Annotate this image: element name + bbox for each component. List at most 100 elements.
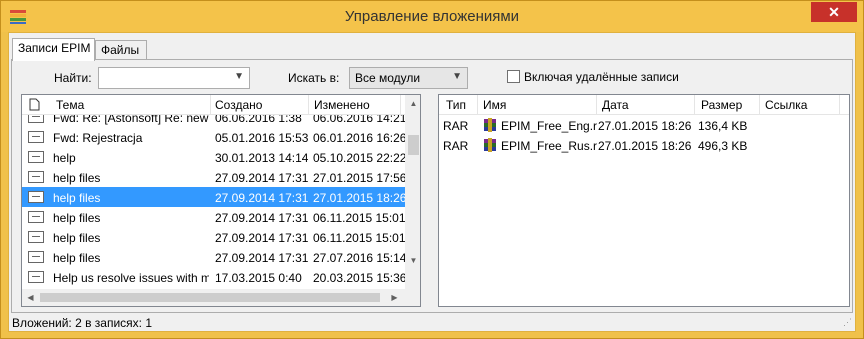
column-separator xyxy=(210,95,211,115)
records-header-overlay: Тема Создано Изменено xyxy=(22,95,420,115)
scroll-down-arrow-icon[interactable]: ▼ xyxy=(405,252,420,269)
row-subject: help files xyxy=(53,211,101,225)
attachments-list[interactable]: Тип Имя Дата Размер Ссылка RAR EPIM_Free… xyxy=(438,94,850,307)
col-created-header[interactable]: Создано xyxy=(215,98,262,112)
tab-epim-records[interactable]: Записи EPIM xyxy=(12,38,95,61)
envelope-icon xyxy=(28,151,44,163)
col-name-header[interactable]: Имя xyxy=(483,98,506,112)
row-modified: 27.01.2015 17:56 xyxy=(313,171,407,185)
window: Управление вложениями ✕ Записи EPIM Файл… xyxy=(0,0,864,339)
find-combobox[interactable]: ▼ xyxy=(98,67,250,89)
document-icon xyxy=(29,98,40,111)
column-separator xyxy=(596,95,597,115)
column-separator xyxy=(400,95,401,115)
close-button[interactable]: ✕ xyxy=(811,2,857,22)
vscroll-thumb[interactable] xyxy=(408,135,419,155)
records-list[interactable]: Тема Создано Изменено Fwd: Re: [Astonsof… xyxy=(21,94,421,307)
row-date: 27.01.2015 18:26 xyxy=(598,139,692,153)
table-row[interactable]: help 30.01.2013 14:14 05.10.2015 22:22 xyxy=(22,147,407,167)
row-type: RAR xyxy=(443,119,469,133)
envelope-icon xyxy=(28,131,44,143)
row-created: 05.01.2016 15:53 xyxy=(215,131,309,145)
table-row[interactable]: help files 27.09.2014 17:31 06.11.2015 1… xyxy=(22,207,406,227)
table-row[interactable]: help files 27.09.2014 17:31 27.01.2015 1… xyxy=(22,167,407,187)
table-row[interactable]: RAR EPIM_Free_Eng.ra 27.01.2015 18:26 13… xyxy=(439,115,849,135)
row-modified: 06.01.2016 16:26 xyxy=(313,131,407,145)
row-modified: 20.03.2015 15:36 xyxy=(313,271,407,285)
rar-archive-icon xyxy=(484,118,496,132)
row-created: 27.09.2014 17:31 xyxy=(215,211,309,225)
close-icon: ✕ xyxy=(828,4,840,20)
find-label: Найти: xyxy=(54,71,92,85)
row-created: 27.09.2014 17:31 xyxy=(215,171,309,185)
column-separator xyxy=(477,95,478,115)
row-modified: 06.11.2015 15:01 xyxy=(313,231,406,245)
row-modified: 27.01.2015 18:26 xyxy=(313,191,407,205)
scroll-left-arrow-icon[interactable]: ◀ xyxy=(22,289,39,306)
row-created: 30.01.2013 14:14 xyxy=(215,151,309,165)
scroll-up-arrow-icon[interactable]: ▲ xyxy=(405,95,420,112)
window-title: Управление вложениями xyxy=(344,8,520,25)
scroll-corner xyxy=(405,289,420,306)
row-date: 27.01.2015 18:26 xyxy=(598,119,692,133)
row-modified: 27.07.2016 15:14 xyxy=(313,251,407,265)
row-subject: help files xyxy=(53,231,101,245)
table-row[interactable]: help files 27.09.2014 17:31 27.07.2016 1… xyxy=(22,247,407,267)
client-area: Записи EPIM Файлы Найти: ▼ Искать в: Все… xyxy=(8,32,856,332)
row-name: EPIM_Free_Eng.ra xyxy=(501,119,597,133)
resize-grip-icon[interactable]: ⋰ xyxy=(843,317,852,328)
row-subject: Fwd: Rejestracja xyxy=(53,131,143,145)
column-separator xyxy=(694,95,695,115)
dropdown-arrow-icon[interactable]: ▼ xyxy=(452,71,462,82)
attachments-header: Тип Имя Дата Размер Ссылка xyxy=(439,95,849,115)
envelope-icon xyxy=(28,231,44,243)
table-row[interactable]: RAR EPIM_Free_Rus.rai 27.01.2015 18:26 4… xyxy=(439,135,849,155)
records-hscrollbar[interactable]: ◀ ▶ xyxy=(22,289,405,306)
col-size-header[interactable]: Размер xyxy=(701,98,742,112)
row-subject: help files xyxy=(53,191,101,205)
include-deleted-checkbox[interactable] xyxy=(507,70,520,83)
records-vscrollbar[interactable]: ▲ ▼ xyxy=(405,95,420,289)
tab-files[interactable]: Файлы xyxy=(95,40,147,60)
row-type: RAR xyxy=(443,139,469,153)
dropdown-arrow-icon[interactable]: ▼ xyxy=(234,71,244,82)
row-size: 496,3 KB xyxy=(698,139,748,153)
include-deleted-label[interactable]: Включая удалённые записи xyxy=(524,70,679,84)
row-modified: 05.10.2015 22:22 xyxy=(313,151,407,165)
row-name: EPIM_Free_Rus.rai xyxy=(501,139,597,153)
status-bar: Вложений: 2 в записях: 1 xyxy=(12,316,153,330)
row-created: 27.09.2014 17:31 xyxy=(215,231,309,245)
hscroll-thumb[interactable] xyxy=(40,293,380,302)
envelope-icon xyxy=(28,211,44,223)
tab-panel: Найти: ▼ Искать в: Все модули ▼ Включая … xyxy=(11,59,853,313)
row-subject: Help us resolve issues with mo xyxy=(53,271,209,285)
title-bar[interactable]: Управление вложениями ✕ xyxy=(1,1,863,32)
scroll-right-arrow-icon[interactable]: ▶ xyxy=(386,289,403,306)
envelope-icon xyxy=(28,191,44,203)
column-separator xyxy=(308,95,309,115)
search-in-label: Искать в: xyxy=(288,71,340,85)
col-type-header[interactable]: Тип xyxy=(446,98,466,112)
col-link-header[interactable]: Ссылка xyxy=(765,98,807,112)
column-separator xyxy=(759,95,760,115)
table-row[interactable]: help files 27.09.2014 17:31 06.11.2015 1… xyxy=(22,227,406,247)
row-created: 27.09.2014 17:31 xyxy=(215,191,309,205)
column-separator xyxy=(839,95,840,115)
rar-archive-icon xyxy=(484,138,496,152)
row-subject: help files xyxy=(53,251,101,265)
row-created: 27.09.2014 17:31 xyxy=(215,251,309,265)
search-in-select[interactable]: Все модули ▼ xyxy=(349,67,468,89)
table-row[interactable]: Help us resolve issues with mo 17.03.201… xyxy=(22,267,407,287)
search-in-value: Все модули xyxy=(355,71,421,85)
col-subject-header[interactable]: Тема xyxy=(56,98,84,112)
row-size: 136,4 KB xyxy=(698,119,748,133)
envelope-icon xyxy=(28,271,44,283)
col-modified-header[interactable]: Изменено xyxy=(314,98,370,112)
row-subject: help xyxy=(53,151,76,165)
row-subject: help files xyxy=(53,171,101,185)
row-created: 17.03.2015 0:40 xyxy=(215,271,302,285)
table-row[interactable]: Fwd: Rejestracja 05.01.2016 15:53 06.01.… xyxy=(22,127,407,147)
col-date-header[interactable]: Дата xyxy=(602,98,629,112)
envelope-icon xyxy=(28,251,44,263)
table-row-selected[interactable]: help files 27.09.2014 17:31 27.01.2015 1… xyxy=(22,187,407,207)
